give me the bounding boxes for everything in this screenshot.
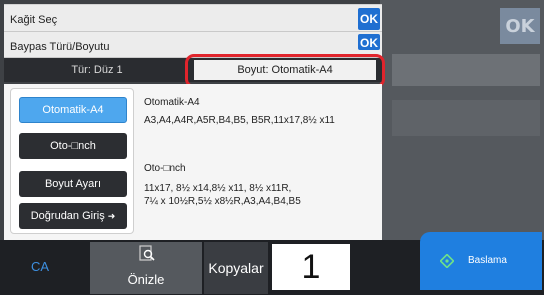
auto-a4-sizes: A3,A4,A4R,A5R,B4,B5, B5R,11x17,8½ x11 <box>144 115 335 126</box>
start-icon <box>440 254 454 268</box>
preview-icon <box>139 245 155 261</box>
sub-ok-button[interactable]: OK <box>358 34 380 50</box>
paper-select-header: Kağit Seç OK <box>4 4 382 32</box>
auto-a4-title: Otomatik-A4 <box>144 97 200 108</box>
start-button[interactable]: Baslama <box>420 232 542 290</box>
auto-inch-sizes-line-2: 7¼ x 10½R,5½ x8½R,A3,A4,B4,B5 <box>144 196 301 207</box>
copies-count[interactable]: 1 <box>272 244 350 290</box>
preview-button[interactable]: Önizle <box>90 242 202 294</box>
start-label: Baslama <box>468 255 507 266</box>
copies-label: Kopyalar <box>204 242 268 294</box>
background-field <box>392 54 540 86</box>
copier-screen: OK Kağit Seç OK Baypas Türü/Boyutu OK Tü… <box>0 0 544 295</box>
size-setting-button[interactable]: Boyut Ayarı <box>19 171 127 197</box>
clear-all-button[interactable]: CA <box>4 242 76 290</box>
arrow-right-icon: ➜ <box>107 210 116 221</box>
size-option-list: Otomatik-A4 Oto-□nch Boyut Ayarı Doğruda… <box>10 88 134 234</box>
auto-a4-button[interactable]: Otomatik-A4 <box>19 97 127 123</box>
background-ok-button: OK <box>500 8 540 44</box>
auto-inch-button[interactable]: Oto-□nch <box>19 133 127 159</box>
ok-button[interactable]: OK <box>358 8 380 30</box>
dialog-subtitle: Baypas Türü/Boyutu <box>10 41 110 53</box>
dialog-title: Kağit Seç <box>10 14 58 26</box>
auto-inch-title: Oto-□nch <box>144 163 186 174</box>
tab-size-highlight <box>185 54 385 88</box>
size-options-panel: Otomatik-A4 Oto-□nch Boyut Ayarı Doğruda… <box>4 84 382 240</box>
background-field <box>392 100 540 136</box>
direct-input-button[interactable]: Doğrudan Giriş ➜ <box>19 203 127 229</box>
preview-label: Önizle <box>127 272 165 287</box>
auto-inch-sizes-line-1: 11x17, 8½ x14,8½ x11, 8½ x11R, <box>144 183 292 194</box>
tab-type[interactable]: Tür: Düz 1 <box>4 58 190 82</box>
direct-input-label: Doğrudan Giriş <box>30 210 105 222</box>
